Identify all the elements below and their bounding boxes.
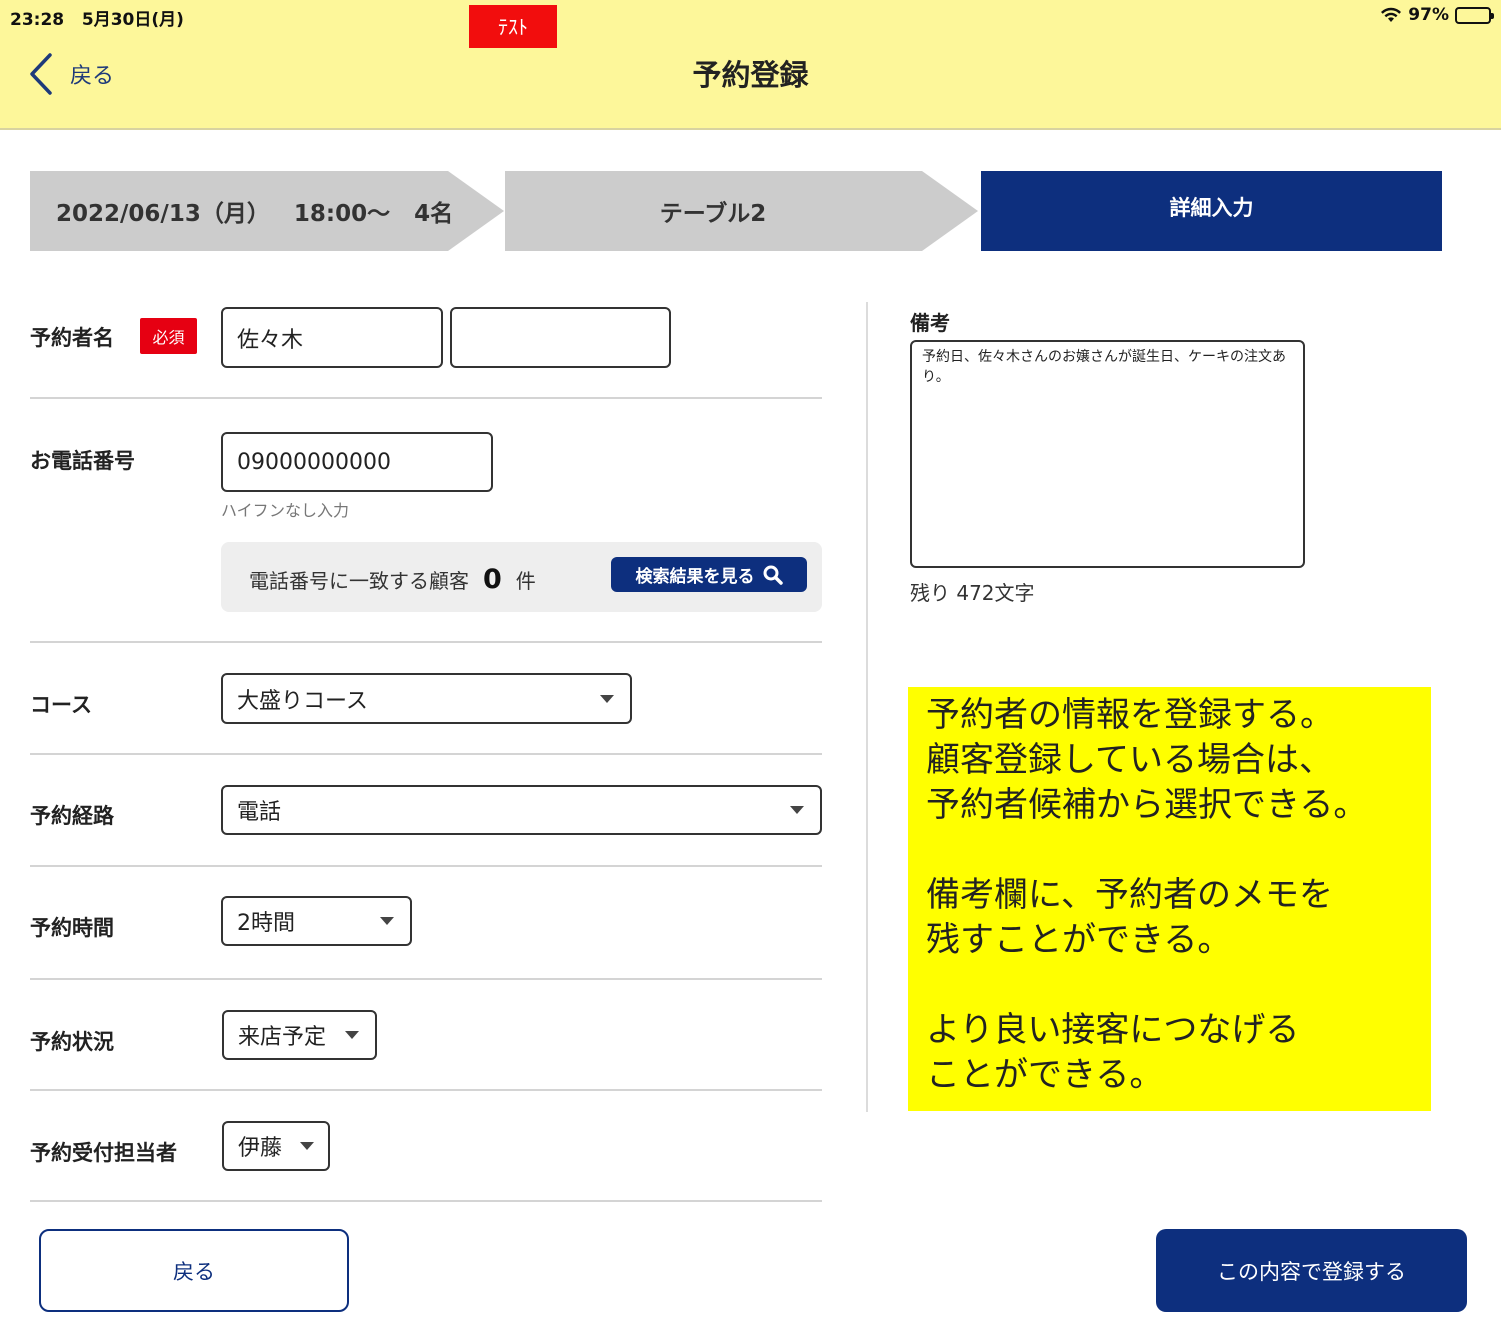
progress-stepper: 2022/06/13（月） 18:00〜 4名 テーブル2 詳細入力 (30, 171, 1442, 251)
search-button-label: 検索結果を見る (635, 567, 755, 587)
staff-select[interactable]: 伊藤 (222, 1121, 330, 1171)
course-select[interactable]: 大盛りコース (221, 673, 632, 724)
status-right: 97% (1380, 5, 1494, 25)
last-name-input[interactable]: 佐々木 (221, 307, 443, 368)
step-date-time: 2022/06/13（月） 18:00〜 4名 (56, 171, 453, 251)
step-table: テーブル2 (659, 201, 767, 227)
app-header: 23:28 5月30日(月) 97% ﾃｽﾄ 戻る 予約登録 (0, 0, 1501, 130)
status-time: 23:28 5月30日(月) (10, 5, 184, 30)
annotation-line: 残すことができる。 (926, 920, 1232, 960)
course-value: 大盛りコース (237, 688, 368, 714)
annotation-line: より良い接客につなげる (926, 1010, 1300, 1050)
match-count: 0 (483, 564, 502, 595)
match-prefix: 電話番号に一致する顧客 (249, 569, 469, 593)
route-value: 電話 (237, 800, 282, 825)
annotation-line: 予約者候補から選択できる。 (926, 785, 1368, 825)
status-label: 予約状況 (30, 1030, 114, 1054)
divider (30, 753, 822, 755)
annotation-line: ことができる。 (926, 1055, 1164, 1095)
course-label: コース (30, 693, 92, 717)
back-button[interactable]: 戻る (39, 1229, 349, 1312)
search-icon (763, 565, 783, 585)
submit-button[interactable]: この内容で登録する (1156, 1229, 1467, 1312)
phone-hint: ハイフンなし入力 (221, 501, 350, 520)
notes-textarea[interactable]: 予約日、佐々木さんのお嬢さんが誕生日、ケーキの注文あり。 (910, 340, 1305, 568)
caret-down-icon (345, 1031, 359, 1039)
phone-label: お電話番号 (30, 449, 135, 473)
caret-down-icon (600, 694, 614, 703)
step-time: 18:00〜 (293, 201, 391, 227)
staff-label: 予約受付担当者 (30, 1141, 177, 1165)
divider (30, 1200, 822, 1202)
status-select[interactable]: 来店予定 (222, 1010, 377, 1060)
step-people: 4名 (414, 201, 454, 227)
test-badge: ﾃｽﾄ (469, 5, 557, 48)
date: 5月30日(月) (81, 10, 184, 30)
chevron-left-icon (30, 53, 52, 95)
divider (30, 1089, 822, 1091)
annotation-line: 備考欄に、予約者のメモを (926, 875, 1333, 915)
column-divider (866, 302, 868, 1112)
annotation-note: 予約者の情報を登録する。 顧客登録している場合は、 予約者候補から選択できる。 … (908, 687, 1431, 1111)
back-label: 戻る (70, 64, 115, 89)
header-back-button[interactable]: 戻る (28, 52, 114, 96)
step-details: 詳細入力 (1169, 196, 1254, 220)
duration-select[interactable]: 2時間 (221, 896, 412, 946)
duration-value: 2時間 (237, 911, 295, 936)
step-date: 2022/06/13（月） (56, 201, 270, 227)
duration-label: 予約時間 (30, 916, 114, 940)
battery-icon (1455, 6, 1494, 24)
route-select[interactable]: 電話 (221, 785, 822, 835)
first-name-input[interactable] (450, 307, 671, 368)
divider (30, 641, 822, 643)
battery-percent: 97% (1408, 5, 1449, 25)
annotation-line: 予約者の情報を登録する。 (926, 695, 1334, 735)
page-title: 予約登録 (692, 58, 809, 92)
phone-input[interactable]: 09000000000 (221, 432, 493, 492)
staff-value: 伊藤 (238, 1136, 283, 1161)
name-label: 予約者名 (30, 326, 114, 350)
view-search-results-button[interactable]: 検索結果を見る (611, 557, 807, 592)
divider (30, 978, 822, 980)
caret-down-icon (790, 806, 804, 814)
annotation-line: 顧客登録している場合は、 (926, 740, 1333, 780)
required-badge: 必須 (140, 318, 197, 354)
match-suffix: 件 (515, 569, 536, 593)
match-text: 電話番号に一致する顧客 0 件 (249, 564, 536, 595)
clock: 23:28 (10, 10, 65, 30)
divider (30, 397, 822, 399)
notes-label: 備考 (910, 311, 950, 335)
remaining-characters: 残り 472文字 (910, 581, 1035, 605)
wifi-icon (1381, 7, 1402, 22)
caret-down-icon (300, 1142, 314, 1150)
customer-match-box: 電話番号に一致する顧客 0 件 検索結果を見る (221, 542, 822, 612)
route-label: 予約経路 (30, 804, 114, 828)
status-value: 来店予定 (238, 1025, 327, 1050)
caret-down-icon (380, 917, 394, 925)
divider (30, 865, 822, 867)
